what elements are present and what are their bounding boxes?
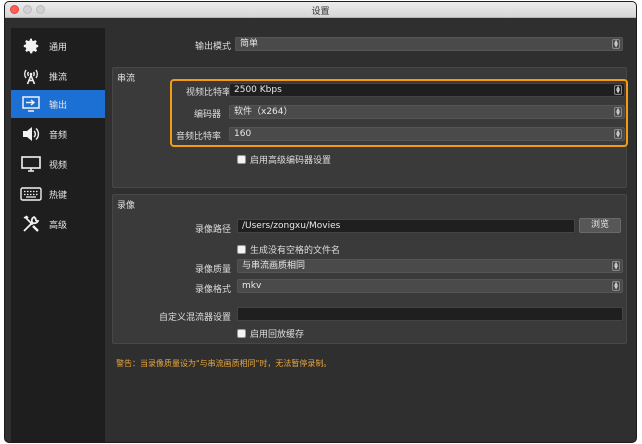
recording-format-value: mkv — [242, 281, 262, 291]
output-mode-label: 输出模式 — [194, 42, 231, 52]
recording-path-input[interactable]: /Users/zongxu/Movies — [237, 219, 575, 233]
recording-format-label: 录像格式 — [194, 285, 231, 295]
sidebar-item-video[interactable]: 视频 — [11, 150, 105, 178]
no-space-filename-checkbox[interactable]: 生成没有空格的文件名 — [237, 243, 340, 256]
broadcast-icon — [19, 65, 43, 87]
window-title: 设置 — [311, 7, 330, 17]
output-mode-value: 简单 — [240, 39, 259, 49]
sidebar-item-label: 音频 — [49, 130, 68, 141]
chevron-updown-icon: ▲ ▼ — [612, 39, 620, 49]
sidebar-item-label: 输出 — [49, 100, 68, 111]
sidebar-item-general[interactable]: 通用 — [11, 32, 105, 60]
browse-button[interactable]: 浏览 — [579, 218, 621, 233]
recording-section-title: 录像 — [117, 201, 136, 211]
recording-path-value: /Users/zongxu/Movies — [242, 221, 341, 231]
keyboard-icon — [19, 183, 43, 205]
advanced-encoder-label: 启用高级编码器设置 — [250, 156, 332, 166]
title-bar: 设置 — [5, 2, 636, 18]
checkbox[interactable] — [237, 245, 246, 254]
sidebar-item-advanced[interactable]: 高级 — [11, 210, 105, 238]
sidebar-item-label: 热键 — [49, 190, 68, 201]
checkbox[interactable] — [237, 155, 246, 164]
output-mode-select[interactable]: 简单 ▲ ▼ — [235, 37, 623, 51]
sidebar-item-output[interactable]: 输出 — [11, 90, 105, 118]
muxer-settings-input[interactable] — [237, 307, 623, 321]
sidebar: 通用 推流 输出 音频 视频 热键 高级 — [11, 28, 105, 442]
recording-quality-select[interactable]: 与串流画质相同 ▲ ▼ — [237, 259, 623, 273]
sidebar-item-hotkeys[interactable]: 热键 — [11, 180, 105, 208]
settings-window: 设置 通用 推流 输出 音频 视频 热键 高级 输出模式 简单 ▲ ▼ 串流 视… — [4, 1, 637, 443]
output-icon — [19, 93, 43, 115]
recording-format-select[interactable]: mkv ▲ ▼ — [237, 279, 623, 293]
tools-icon — [19, 213, 43, 235]
no-space-filename-label: 生成没有空格的文件名 — [250, 246, 341, 256]
warning-message: 警告：当录像质量设为"与串流画质相同"时，无法暂停录制。 — [116, 359, 332, 368]
replay-buffer-label: 启用回放缓存 — [250, 330, 305, 340]
sidebar-item-label: 通用 — [49, 42, 68, 53]
recording-quality-label: 录像质量 — [194, 265, 231, 275]
recording-quality-value: 与串流画质相同 — [242, 261, 306, 271]
highlight-frame — [170, 79, 628, 147]
replay-buffer-checkbox[interactable]: 启用回放缓存 — [237, 327, 304, 340]
gear-icon — [19, 35, 43, 57]
chevron-updown-icon: ▲ ▼ — [612, 281, 620, 291]
monitor-icon — [19, 153, 43, 175]
checkbox[interactable] — [237, 329, 246, 338]
sidebar-item-label: 高级 — [49, 220, 68, 231]
speaker-icon — [19, 123, 43, 145]
advanced-encoder-checkbox[interactable]: 启用高级编码器设置 — [237, 153, 331, 166]
chevron-updown-icon: ▲ ▼ — [612, 261, 620, 271]
sidebar-item-stream[interactable]: 推流 — [11, 62, 105, 90]
sidebar-item-label: 视频 — [49, 160, 68, 171]
sidebar-item-audio[interactable]: 音频 — [11, 120, 105, 148]
streaming-section-title: 串流 — [117, 74, 136, 84]
sidebar-item-label: 推流 — [49, 72, 68, 83]
recording-path-label: 录像路径 — [194, 225, 231, 235]
muxer-settings-label: 自定义混流器设置 — [158, 313, 231, 323]
